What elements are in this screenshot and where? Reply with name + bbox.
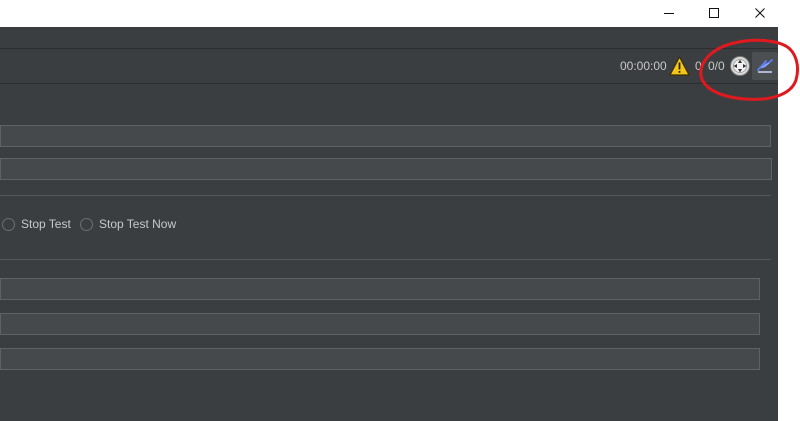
log-viewer-icon xyxy=(757,59,773,73)
stop-test-option[interactable]: Stop Test xyxy=(2,215,71,233)
text-field-1[interactable] xyxy=(0,125,771,147)
text-field-5[interactable] xyxy=(0,348,760,370)
app-window: 00:00:00 0 0/0 Stop Test Stop Test Now xyxy=(0,27,778,421)
elapsed-time: 00:00:00 xyxy=(620,59,667,73)
window-titlebar xyxy=(0,0,800,27)
stop-test-label: Stop Test xyxy=(21,217,71,231)
text-field-3[interactable] xyxy=(0,278,760,300)
divider xyxy=(0,259,771,260)
radio-button[interactable] xyxy=(2,217,15,231)
stop-test-now-label: Stop Test Now xyxy=(99,217,177,231)
stop-test-now-option[interactable]: Stop Test Now xyxy=(80,215,176,233)
error-count: 0 xyxy=(695,59,702,73)
menu-bar xyxy=(0,27,778,49)
maximize-button[interactable] xyxy=(694,0,734,26)
text-field-4[interactable] xyxy=(0,313,760,335)
warning-icon[interactable] xyxy=(669,56,690,76)
close-button[interactable] xyxy=(740,0,780,26)
maximize-icon xyxy=(709,8,719,18)
radio-button[interactable] xyxy=(80,217,93,231)
remote-start-icon[interactable] xyxy=(729,55,751,77)
close-icon xyxy=(755,8,765,18)
text-field-2[interactable] xyxy=(0,158,772,180)
minimize-icon xyxy=(664,13,674,14)
divider xyxy=(0,195,771,196)
active-threads: 0/0 xyxy=(708,59,725,73)
minimize-button[interactable] xyxy=(649,0,689,26)
background xyxy=(778,27,800,421)
toolbar: 00:00:00 0 0/0 xyxy=(0,49,778,84)
log-viewer-button[interactable] xyxy=(752,52,778,80)
